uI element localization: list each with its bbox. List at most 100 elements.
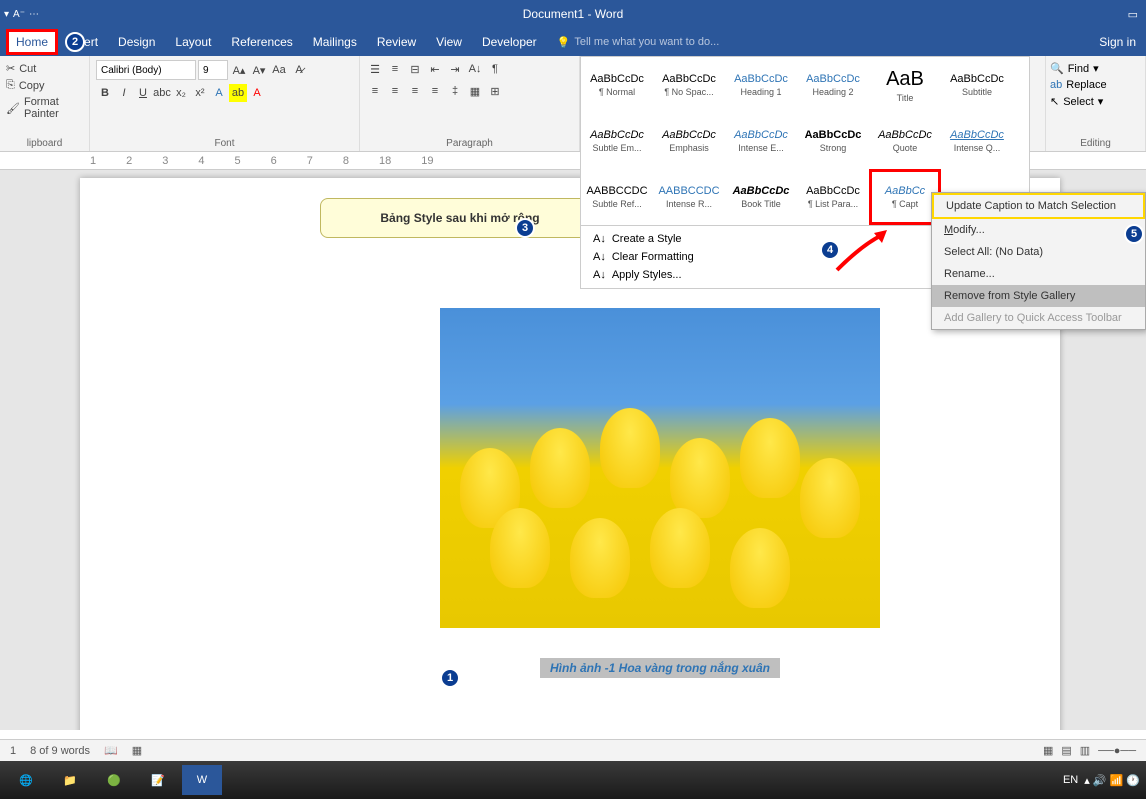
align-right-button[interactable]: ≡ <box>406 82 424 100</box>
style-item-13[interactable]: AABBCCDCIntense R... <box>653 169 725 225</box>
window-controls: ▭ <box>1128 8 1138 21</box>
grow-font-button[interactable]: A▴ <box>230 61 248 79</box>
decrease-indent-button[interactable]: ⇤ <box>426 60 444 78</box>
annotation-arrow <box>832 225 892 275</box>
ctx-rename[interactable]: Rename... <box>932 263 1145 285</box>
font-name-combo[interactable]: Calibri (Body) <box>96 60 196 80</box>
show-marks-button[interactable]: ¶ <box>486 60 504 78</box>
tab-review[interactable]: Review <box>367 29 426 55</box>
zoom-slider[interactable]: ──●── <box>1098 745 1136 757</box>
page-number[interactable]: 1 <box>10 745 16 757</box>
explorer-icon[interactable]: 📁 <box>50 765 90 795</box>
word-icon[interactable]: W <box>182 765 222 795</box>
shading-button[interactable]: ▦ <box>466 82 484 100</box>
find-icon: 🔍 <box>1050 62 1064 75</box>
scissors-icon: ✂ <box>6 62 15 75</box>
style-item-6[interactable]: AaBbCcDcSubtle Em... <box>581 113 653 169</box>
style-item-9[interactable]: AaBbCcDcStrong <box>797 113 869 169</box>
italic-button[interactable]: I <box>115 84 133 102</box>
qat-more[interactable]: ⋯ <box>29 9 39 20</box>
tray-icons[interactable]: ▴ 🔊 📶 🕐 <box>1084 774 1140 787</box>
marker-5: 5 <box>1124 224 1144 244</box>
marker-3: 3 <box>515 218 535 238</box>
shrink-font-button[interactable]: A▾ <box>250 61 268 79</box>
tell-me-search[interactable]: 💡Tell me what you want to do... <box>557 36 720 49</box>
web-layout-icon[interactable]: ▥ <box>1080 744 1090 757</box>
style-item-1[interactable]: AaBbCcDc¶ No Spac... <box>653 57 725 113</box>
brush-icon: 🖌 <box>6 102 20 115</box>
tab-view[interactable]: View <box>426 29 472 55</box>
sort-button[interactable]: A↓ <box>466 60 484 78</box>
tab-layout[interactable]: Layout <box>165 29 221 55</box>
print-layout-icon[interactable]: ▤ <box>1061 744 1071 757</box>
multilevel-button[interactable]: ⊟ <box>406 60 424 78</box>
tab-design[interactable]: Design <box>108 29 165 55</box>
style-item-4[interactable]: AaBTitle <box>869 57 941 113</box>
font-label: Font <box>214 138 234 149</box>
style-item-15[interactable]: AaBbCcDc¶ List Para... <box>797 169 869 225</box>
align-center-button[interactable]: ≡ <box>386 82 404 100</box>
strikethrough-button[interactable]: abc <box>153 84 171 102</box>
numbering-button[interactable]: ≡ <box>386 60 404 78</box>
style-item-8[interactable]: AaBbCcDcIntense E... <box>725 113 797 169</box>
word-count[interactable]: 8 of 9 words <box>30 745 90 757</box>
copy-icon: ⎘ <box>6 79 15 92</box>
font-color-button[interactable]: A <box>248 84 266 102</box>
macro-icon[interactable]: ▦ <box>132 744 142 757</box>
justify-button[interactable]: ≡ <box>426 82 444 100</box>
read-mode-icon[interactable]: ▦ <box>1043 744 1053 757</box>
line-spacing-button[interactable]: ‡ <box>446 82 464 100</box>
signin-link[interactable]: Sign in <box>1099 35 1136 49</box>
replace-button[interactable]: abReplace <box>1050 77 1141 93</box>
increase-indent-button[interactable]: ⇥ <box>446 60 464 78</box>
tab-developer[interactable]: Developer <box>472 29 547 55</box>
qat-font-icon[interactable]: A⁻ <box>13 9 25 20</box>
paragraph-group: ☰ ≡ ⊟ ⇤ ⇥ A↓ ¶ ≡ ≡ ≡ ≡ ‡ ▦ ⊞ Paragraph <box>360 56 580 151</box>
qat-dropdown[interactable]: ▾ <box>4 9 9 20</box>
style-item-5[interactable]: AaBbCcDcSubtitle <box>941 57 1013 113</box>
tulip-image[interactable] <box>440 308 880 628</box>
tab-home[interactable]: Home <box>6 29 58 55</box>
tab-references[interactable]: References <box>221 29 302 55</box>
font-size-combo[interactable]: 9 <box>198 60 228 80</box>
ctx-select-all[interactable]: Select All: (No Data) <box>932 241 1145 263</box>
highlight-button[interactable]: ab <box>229 84 247 102</box>
clear-formatting-button[interactable]: A̷ <box>290 61 308 79</box>
format-painter-button[interactable]: 🖌Format Painter <box>6 94 83 122</box>
titlebar: ▾ A⁻ ⋯ Document1 - Word ▭ <box>0 0 1146 28</box>
tab-mailings[interactable]: Mailings <box>303 29 367 55</box>
ctx-modify[interactable]: MModify...odify... <box>932 219 1145 241</box>
cut-button[interactable]: ✂Cut <box>6 60 83 77</box>
image-caption[interactable]: Hình ảnh -1 Hoa vàng trong nắng xuân <box>540 658 780 678</box>
superscript-button[interactable]: x² <box>191 84 209 102</box>
language-indicator[interactable]: EN <box>1063 774 1078 786</box>
ctx-update-to-match[interactable]: Update Caption to Match Selection <box>932 193 1145 219</box>
editing-label: Editing <box>1080 138 1111 149</box>
ctx-remove-from-gallery[interactable]: Remove from Style Gallery <box>932 285 1145 307</box>
text-effects-button[interactable]: A <box>210 84 228 102</box>
ie-icon[interactable]: 🌐 <box>6 765 46 795</box>
callout-annotation: Bảng Style sau khi mở rộng <box>320 198 600 238</box>
style-item-7[interactable]: AaBbCcDcEmphasis <box>653 113 725 169</box>
style-item-10[interactable]: AaBbCcDcQuote <box>869 113 941 169</box>
find-button[interactable]: 🔍Find ▾ <box>1050 60 1141 77</box>
ribbon-options-icon[interactable]: ▭ <box>1128 8 1138 21</box>
style-item-14[interactable]: AaBbCcDcBook Title <box>725 169 797 225</box>
select-button[interactable]: ↖Select ▾ <box>1050 93 1141 110</box>
bold-button[interactable]: B <box>96 84 114 102</box>
spellcheck-icon[interactable]: 📖 <box>104 744 118 757</box>
underline-button[interactable]: U <box>134 84 152 102</box>
style-item-11[interactable]: AaBbCcDcIntense Q... <box>941 113 1013 169</box>
notepad-icon[interactable]: 📝 <box>138 765 178 795</box>
borders-button[interactable]: ⊞ <box>486 82 504 100</box>
app-icon[interactable]: 🟢 <box>94 765 134 795</box>
style-item-3[interactable]: AaBbCcDcHeading 2 <box>797 57 869 113</box>
subscript-button[interactable]: x₂ <box>172 84 190 102</box>
align-left-button[interactable]: ≡ <box>366 82 384 100</box>
bullets-button[interactable]: ☰ <box>366 60 384 78</box>
change-case-button[interactable]: Aa <box>270 61 288 79</box>
style-item-0[interactable]: AaBbCcDc¶ Normal <box>581 57 653 113</box>
style-item-12[interactable]: AABBCCDCSubtle Ref... <box>581 169 653 225</box>
style-item-2[interactable]: AaBbCcDcHeading 1 <box>725 57 797 113</box>
copy-button[interactable]: ⎘Copy <box>6 77 83 94</box>
